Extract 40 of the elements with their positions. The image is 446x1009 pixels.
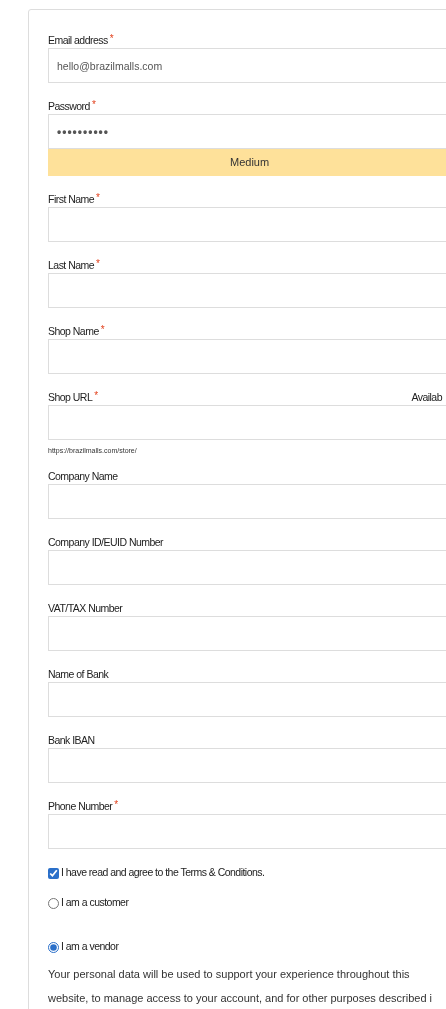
required-mark: * bbox=[100, 325, 105, 335]
terms-checkbox[interactable] bbox=[48, 867, 59, 879]
field-label: Shop URL bbox=[48, 391, 93, 403]
input-field[interactable] bbox=[48, 550, 446, 585]
required-mark: * bbox=[94, 391, 99, 401]
field-label: Email address bbox=[48, 34, 108, 46]
required-mark: * bbox=[96, 259, 100, 269]
required-mark: * bbox=[114, 800, 119, 810]
input-field[interactable] bbox=[48, 339, 446, 374]
field-label: Last Name bbox=[48, 259, 95, 271]
role-label: I am a vendor bbox=[61, 939, 119, 955]
required-mark: * bbox=[91, 100, 96, 110]
terms-label: I have read and agree to the Terms & Conditions. bbox=[61, 865, 265, 881]
field-label: Name of Bank bbox=[48, 668, 109, 680]
input-field[interactable]: hello@brazilmalls.com bbox=[48, 48, 446, 83]
input-field[interactable] bbox=[48, 207, 446, 242]
availability-text: Availab bbox=[411, 391, 442, 403]
field-label: First Name bbox=[48, 193, 95, 205]
role-radio[interactable] bbox=[48, 941, 59, 953]
required-mark: * bbox=[109, 34, 114, 44]
field-label: Bank IBAN bbox=[48, 734, 95, 746]
field-label: Phone Number bbox=[48, 800, 113, 812]
input-field[interactable] bbox=[48, 682, 446, 717]
input-field[interactable] bbox=[48, 814, 446, 849]
field-label: Company Name bbox=[48, 470, 118, 482]
required-mark: * bbox=[96, 193, 100, 203]
role-label: I am a customer bbox=[61, 895, 129, 911]
field-label: VAT/TAX Number bbox=[48, 602, 123, 614]
input-field[interactable] bbox=[48, 405, 446, 440]
role-radio[interactable] bbox=[48, 897, 59, 909]
privacy-text: Your personal data will be used to support your experience throughout this website, to manage access to your account, and for other purposes described i bbox=[48, 967, 433, 1006]
password-field[interactable]: •••••••••• bbox=[48, 114, 446, 149]
input-field[interactable] bbox=[48, 273, 446, 308]
input-field[interactable] bbox=[48, 484, 446, 519]
input-field[interactable] bbox=[48, 616, 446, 651]
field-label: Password bbox=[48, 100, 90, 112]
field-label: Shop Name bbox=[48, 325, 99, 337]
field-label: Company ID/EUID Number bbox=[48, 536, 164, 548]
input-field[interactable] bbox=[48, 748, 446, 783]
password-strength-meter: Medium bbox=[48, 149, 446, 176]
